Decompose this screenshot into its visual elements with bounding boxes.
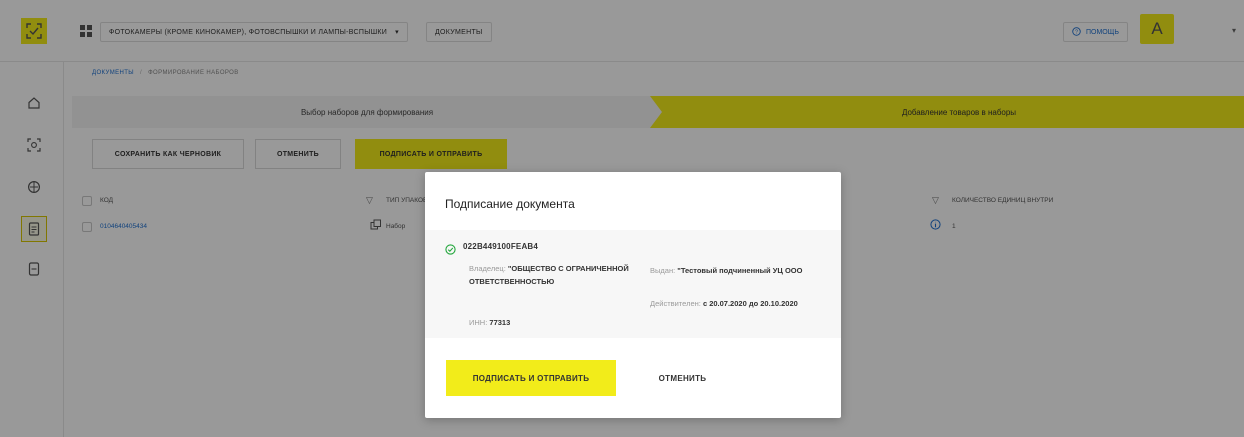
app-background: ФОТОКАМЕРЫ (КРОМЕ КИНОКАМЕР), ФОТОВСПЫШК… <box>0 0 1244 437</box>
valid-value: с 20.07.2020 до 20.10.2020 <box>702 299 798 308</box>
certificate-owner: Владелец: "ОБЩЕСТВО С ОГРАНИЧЕННОЙ ОТВЕТ… <box>469 262 639 288</box>
certificate-inn: ИНН: 77313 <box>469 318 510 327</box>
certificate-card[interactable]: 022B449100FEAB4 Владелец: "ОБЩЕСТВО С ОГ… <box>425 230 841 338</box>
inn-label: ИНН: <box>469 318 488 327</box>
certificate-issuer: Выдан: "Тестовый подчиненный УЦ ООО <box>650 266 802 275</box>
check-circle-icon <box>445 242 456 255</box>
certificate-id: 022B449100FEAB4 <box>463 242 539 251</box>
dialog-title: Подписание документа <box>445 197 575 211</box>
sign-document-dialog: Подписание документа 022B449100FEAB4 Вла… <box>425 172 841 418</box>
valid-label: Действителен: <box>650 299 701 308</box>
certificate-validity: Действителен: с 20.07.2020 до 20.10.2020 <box>650 299 798 308</box>
issued-value: "Тестовый подчиненный УЦ ООО <box>677 266 803 275</box>
owner-label: Владелец: <box>469 264 506 273</box>
dialog-sign-send-button[interactable]: ПОДПИСАТЬ И ОТПРАВИТЬ <box>446 360 616 396</box>
inn-value: 77313 <box>489 318 511 327</box>
issued-label: Выдан: <box>650 266 676 275</box>
dialog-cancel-button[interactable]: ОТМЕНИТЬ <box>640 360 725 396</box>
